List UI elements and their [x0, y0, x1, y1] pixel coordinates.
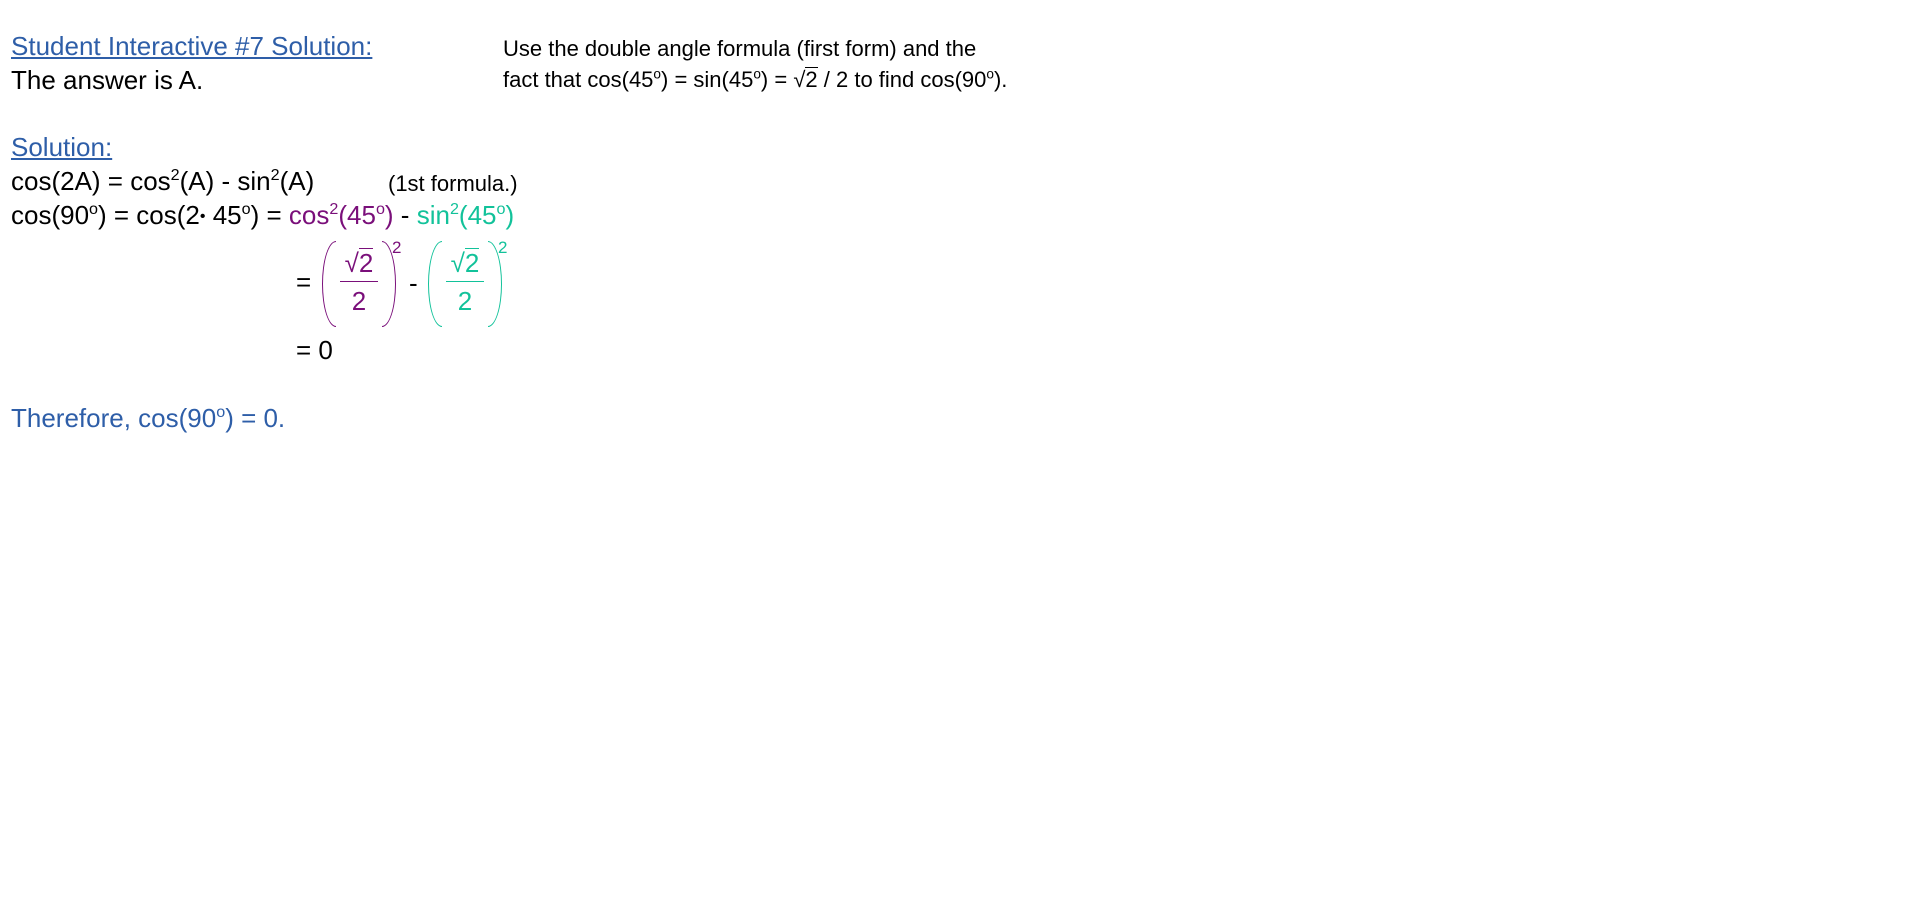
fraction-numerator: √2 [450, 248, 480, 278]
fraction-numerator: √2 [344, 248, 374, 278]
answer-text: The answer is A. [11, 65, 204, 95]
minus-sign: - [409, 268, 418, 298]
sin-fraction: √2 2 [428, 241, 502, 327]
sqrt-symbol: √ [793, 67, 806, 92]
sqrt-radicand: 2 [805, 67, 818, 92]
page-title[interactable]: Student Interactive #7 Solution: [11, 31, 372, 62]
cos-fraction: √2 2 [322, 241, 396, 327]
sin-exponent: 2 [498, 238, 508, 257]
fraction-denominator: 2 [457, 286, 473, 316]
double-angle-formula: cos(2A) = cos2(A) - sin2(A) [11, 166, 315, 196]
fraction: √2 2 [442, 245, 488, 318]
cos-exponent: 2 [392, 238, 402, 257]
formula-note: (1st formula.) [388, 171, 518, 196]
solution-heading[interactable]: Solution: [11, 132, 112, 163]
fraction-denominator: 2 [351, 286, 367, 316]
result: = 0 [296, 335, 333, 365]
instruction-line-1: Use the double angle formula (first form… [503, 36, 977, 61]
sin-term: sin2(45o) [416, 200, 515, 230]
step-1: cos(90o) = cos(2• 45o) = cos2(45o) - sin… [11, 200, 515, 230]
cos-term: cos2(45o) [288, 200, 394, 230]
instruction-line-2: fact that cos(45o) = sin(45o) = √2 / 2 t… [503, 66, 1008, 92]
fraction: √2 2 [336, 245, 382, 318]
conclusion: Therefore, cos(90o) = 0. [11, 403, 286, 433]
left-paren [428, 241, 442, 327]
left-paren [322, 241, 336, 327]
equals-sign: = [296, 267, 312, 297]
